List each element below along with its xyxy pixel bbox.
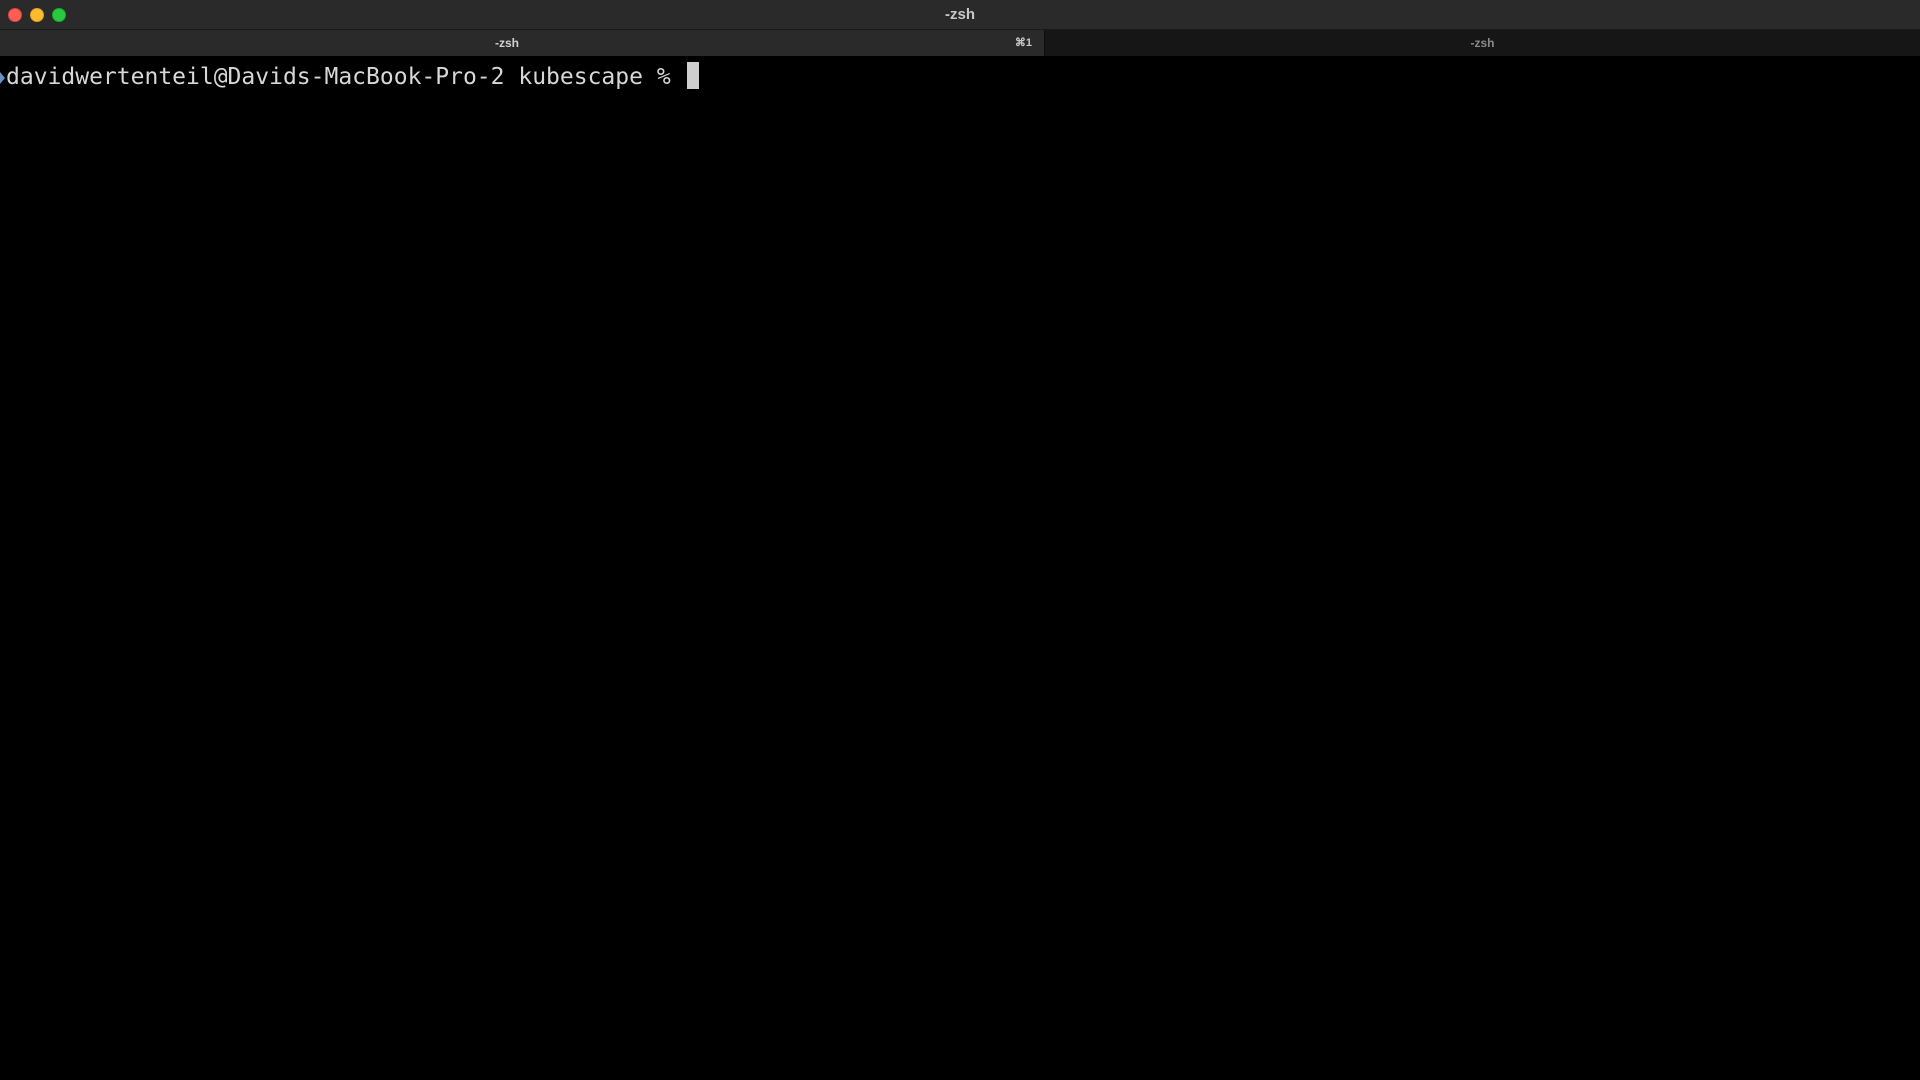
terminal-window: -zsh -zsh ⌘1 -zsh davidwertenteil@Davids…	[0, 0, 1920, 1080]
tab-zsh-1[interactable]: -zsh ⌘1	[0, 30, 1044, 56]
shell-prompt: davidwertenteil@Davids-MacBook-Pro-2 kub…	[6, 64, 685, 90]
tab-shortcut: ⌘1	[1014, 37, 1032, 49]
tab-bar: -zsh ⌘1 -zsh	[0, 30, 1920, 56]
text-cursor	[686, 62, 699, 89]
tab-label: -zsh	[495, 36, 519, 50]
window-title: -zsh	[945, 6, 975, 23]
tab-zsh-2[interactable]: -zsh	[1044, 30, 1920, 56]
terminal-output[interactable]: davidwertenteil@Davids-MacBook-Pro-2 kub…	[0, 56, 1920, 1080]
tab-label: -zsh	[1470, 36, 1495, 50]
prompt-mark-icon	[0, 72, 5, 84]
title-bar[interactable]: -zsh	[0, 0, 1920, 30]
prompt-line[interactable]: davidwertenteil@Davids-MacBook-Pro-2 kub…	[6, 62, 699, 92]
